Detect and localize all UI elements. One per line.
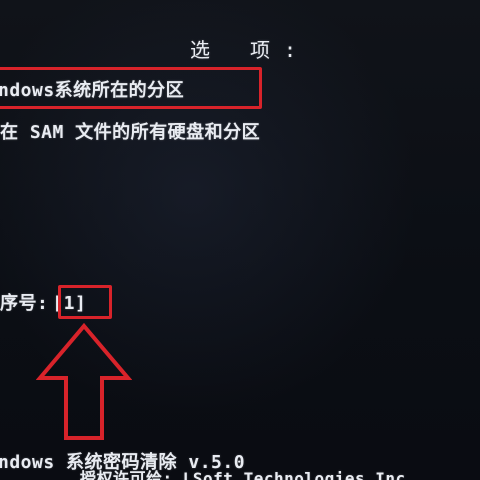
- terminal-screen: 选 项: ndows系统所在的分区 在 SAM 文件的所有硬盘和分区 序号: [1…: [0, 0, 480, 480]
- menu-option-2[interactable]: 在 SAM 文件的所有硬盘和分区: [0, 118, 260, 144]
- footer-license: 授权许可给: LSoft Technologies Inc: [80, 469, 406, 480]
- options-title: 选 项:: [190, 38, 311, 62]
- up-arrow-icon: [36, 322, 132, 440]
- prompt-label: 序号:: [0, 293, 49, 314]
- menu-option-1[interactable]: ndows系统所在的分区: [0, 76, 184, 102]
- highlight-box-selection: [58, 285, 112, 319]
